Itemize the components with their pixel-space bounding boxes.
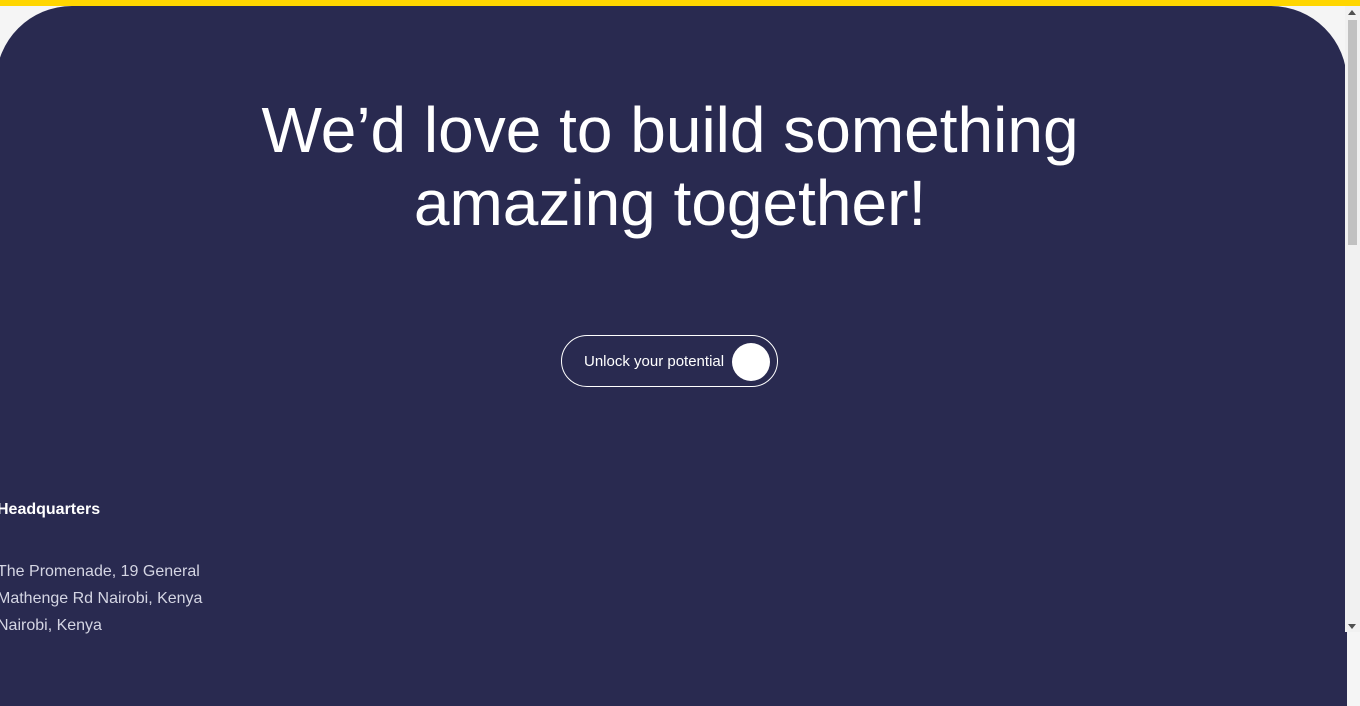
scroll-down-arrow-icon[interactable] [1348, 624, 1356, 629]
address-line: The Promenade, 19 General [0, 563, 200, 580]
headquarters-heading: Headquarters [0, 501, 101, 518]
hero-headline-line-2: amazing together! [413, 167, 927, 239]
page-scrollbar[interactable] [1345, 6, 1360, 632]
cta-circle-icon [732, 343, 770, 381]
address-line: Nairobi, Kenya [0, 617, 102, 634]
unlock-potential-button[interactable]: Unlock your potential [561, 335, 778, 387]
cta-label: Unlock your potential [584, 352, 725, 370]
address-line: Mathenge Rd Nairobi, Kenya [0, 590, 203, 607]
headquarters-address: The Promenade, 19 General Mathenge Rd Na… [0, 558, 202, 639]
scrollbar-thumb[interactable] [1348, 20, 1357, 245]
hero-headline-line-1: We’d love to build something [261, 94, 1079, 166]
scroll-up-arrow-icon[interactable] [1348, 10, 1356, 15]
hero-headline: We’d love to build something amazing tog… [0, 94, 1340, 240]
